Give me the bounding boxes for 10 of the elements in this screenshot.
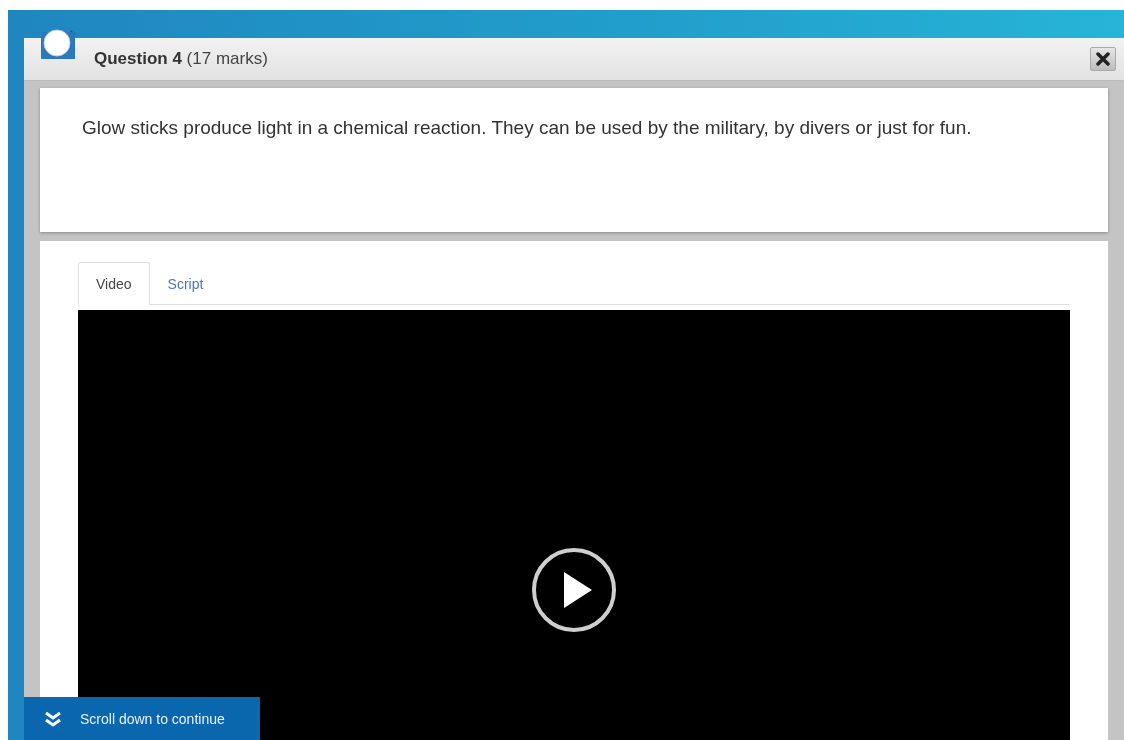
tab[interactable]: Video	[78, 262, 150, 305]
close-button[interactable]	[1090, 47, 1116, 71]
double-chevron-icon	[44, 709, 62, 728]
close-icon	[1096, 52, 1110, 66]
play-icon[interactable]	[530, 546, 618, 634]
tab[interactable]: Script	[149, 262, 222, 305]
scroll-down-button[interactable]: Scroll down to continue	[24, 697, 260, 740]
question-text: Glow sticks produce light in a chemical reaction. They can be used by the military, by divers or just for fun.	[82, 116, 973, 140]
logo-icon	[40, 28, 78, 60]
dialog-title: Question 4 (17 marks)	[94, 49, 269, 69]
